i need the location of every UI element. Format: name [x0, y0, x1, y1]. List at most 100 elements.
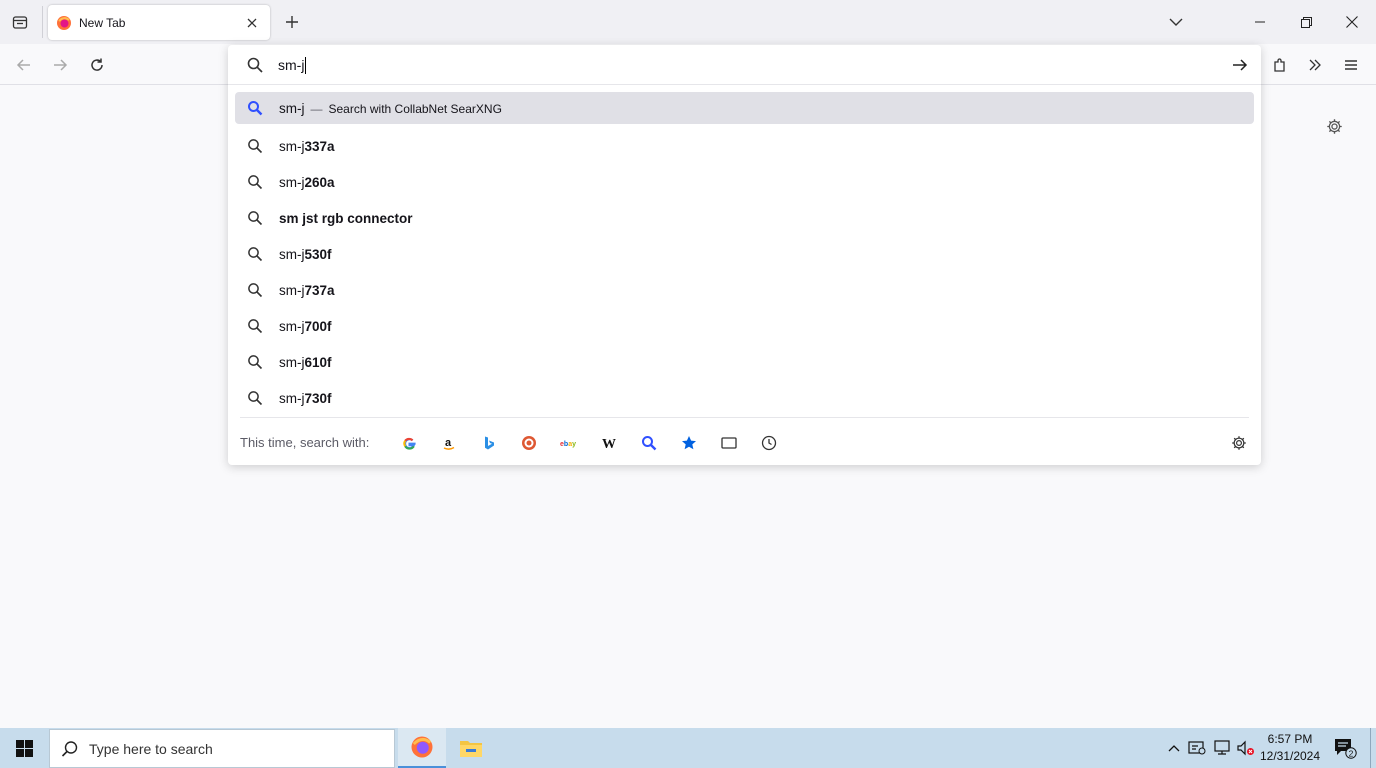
network-icon [1214, 740, 1230, 755]
action-center-button[interactable]: 2 [1330, 734, 1360, 762]
minimize-button[interactable] [1237, 0, 1283, 44]
forward-button[interactable] [47, 52, 73, 78]
result-text: sm-j610f [279, 355, 332, 370]
result-suggestion[interactable]: sm-j700f [235, 308, 1254, 344]
result-text: sm-j737a [279, 283, 335, 298]
folder-icon [460, 741, 482, 757]
gear-icon [1232, 436, 1246, 450]
taskbar-search-placeholder: Type here to search [89, 740, 213, 757]
urlbar-input[interactable]: sm-j [278, 55, 307, 75]
overflow-button[interactable] [1302, 52, 1328, 78]
back-button[interactable] [11, 52, 37, 78]
taskbar-search-box[interactable]: Type here to search [49, 729, 395, 768]
searxng-icon [247, 100, 263, 116]
suggestion-completion: 530f [304, 246, 332, 262]
result-action: Search with CollabNet SearXNG [328, 101, 502, 116]
show-desktop-button[interactable] [1370, 728, 1376, 768]
volume-muted-icon [1237, 740, 1254, 756]
suggestion-typed-part: sm-j [279, 282, 305, 298]
result-separator: — [310, 101, 323, 116]
suggestion-typed-part: sm-j [279, 390, 305, 406]
result-text: sm-j337a [279, 139, 335, 154]
close-tab-icon[interactable] [242, 13, 262, 33]
suggestion-completion: 730f [304, 390, 332, 406]
search-icon [247, 210, 263, 226]
tabs-icon[interactable] [718, 432, 740, 454]
reload-button[interactable] [84, 52, 110, 78]
puzzle-icon [1274, 58, 1285, 72]
one-off-label: This time, search with: [240, 435, 370, 450]
hamburger-icon [1345, 60, 1357, 70]
new-tab-button[interactable] [280, 10, 304, 34]
extensions-button[interactable] [1267, 52, 1293, 78]
search-settings-button[interactable] [1228, 432, 1250, 454]
start-button[interactable] [0, 728, 48, 768]
network-button[interactable] [1212, 738, 1232, 758]
taskbar-clock[interactable]: 6:57 PM 12/31/2024 [1256, 731, 1324, 765]
chevron-double-right-icon [1309, 59, 1321, 71]
result-text: sm jst rgb connector [279, 211, 413, 226]
bookmarks-icon[interactable] [678, 432, 700, 454]
result-suggestion[interactable]: sm-j737a [235, 272, 1254, 308]
close-icon [1346, 16, 1358, 28]
restore-button[interactable] [1283, 0, 1329, 44]
customize-button[interactable] [1322, 114, 1346, 138]
result-suggestion[interactable]: sm-j730f [235, 380, 1254, 416]
search-icon [247, 138, 263, 154]
firefox-view-icon [12, 16, 28, 29]
result-suggestion[interactable]: sm-j610f [235, 344, 1254, 380]
result-text: sm-j — Search with CollabNet SearXNG [279, 101, 502, 116]
tray-app-icon[interactable] [1187, 738, 1207, 758]
result-query: sm-j [279, 100, 305, 116]
search-icon [247, 246, 263, 262]
chevron-down-icon [1169, 18, 1183, 26]
tab-new-tab[interactable]: New Tab [48, 5, 270, 40]
chevron-up-icon [1168, 745, 1180, 752]
go-button[interactable] [1228, 54, 1252, 76]
security-center-icon [1188, 741, 1206, 755]
firefox-view-button[interactable] [8, 10, 32, 34]
reload-icon [91, 58, 103, 71]
suggestion-completion: 700f [304, 318, 332, 334]
volume-button[interactable] [1236, 738, 1256, 758]
close-window-button[interactable] [1329, 0, 1375, 44]
history-icon[interactable] [758, 432, 780, 454]
show-hidden-icons-button[interactable] [1164, 738, 1184, 758]
suggestion-typed-part: sm-j [279, 318, 305, 334]
app-menu-button[interactable] [1338, 52, 1364, 78]
suggestion-typed-part: sm-j [279, 174, 305, 190]
taskbar-firefox[interactable] [398, 728, 446, 768]
result-search-action[interactable]: sm-j — Search with CollabNet SearXNG [235, 92, 1254, 124]
suggestion-typed-part: sm-j [279, 246, 305, 262]
google-icon[interactable] [398, 432, 420, 454]
clock-date: 12/31/2024 [1259, 749, 1321, 763]
arrow-right-icon [1233, 59, 1248, 71]
result-suggestion[interactable]: sm-j530f [235, 236, 1254, 272]
amazon-icon[interactable]: a [438, 432, 460, 454]
search-icon [247, 282, 263, 298]
svg-text:a: a [445, 437, 452, 449]
taskbar-file-explorer[interactable] [447, 728, 495, 768]
gear-icon [1326, 118, 1342, 134]
result-suggestion[interactable]: sm-j337a [235, 128, 1254, 164]
suggestion-typed-part: sm-j [279, 354, 305, 370]
arrow-right-icon [54, 59, 68, 71]
tab-title: New Tab [79, 15, 126, 30]
wikipedia-icon[interactable]: W [598, 432, 620, 454]
arrow-left-icon [16, 59, 30, 71]
ebay-icon[interactable]: ebay [558, 432, 580, 454]
bing-icon[interactable] [478, 432, 500, 454]
svg-text:W: W [602, 437, 616, 451]
firefox-icon [411, 736, 433, 758]
result-suggestion[interactable]: sm-j260a [235, 164, 1254, 200]
searxng-icon[interactable] [638, 432, 660, 454]
result-text: sm-j700f [279, 319, 332, 334]
tabstrip-separator [42, 6, 43, 38]
duckduckgo-icon[interactable] [518, 432, 540, 454]
list-all-tabs-button[interactable] [1164, 10, 1188, 34]
svg-text:ebay: ebay [560, 441, 576, 448]
result-text: sm-j260a [279, 175, 335, 190]
suggestion-completion: sm jst rgb connector [279, 210, 413, 226]
result-text: sm-j530f [279, 247, 332, 262]
result-suggestion[interactable]: sm jst rgb connector [235, 200, 1254, 236]
